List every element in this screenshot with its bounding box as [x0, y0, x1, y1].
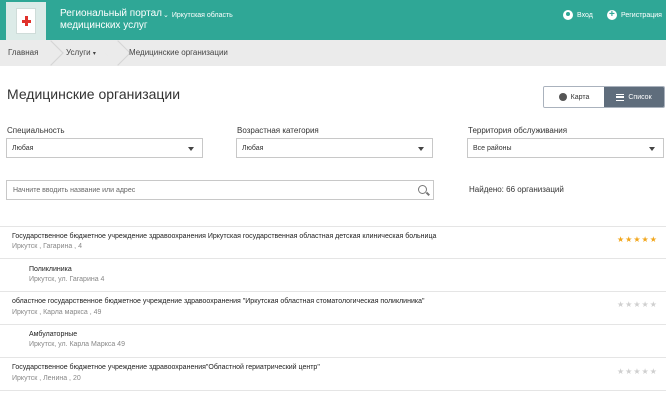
rating-stars: ★ ★ ★ ★ ★: [617, 236, 657, 244]
territory-select[interactable]: Все районы: [467, 138, 664, 158]
list-view-button[interactable]: Список: [604, 87, 664, 107]
region-label: Иркутская область: [171, 11, 233, 19]
dropdown-arrow-icon: [188, 147, 194, 151]
star-icon: ★: [649, 300, 657, 309]
department-name[interactable]: Амбулаторные: [29, 331, 77, 338]
dropdown-arrow-icon: [649, 147, 655, 151]
rating-stars: ★ ★ ★ ★ ★: [617, 368, 657, 376]
star-icon: ★: [649, 367, 657, 376]
register-link[interactable]: Регистрация: [607, 9, 662, 20]
breadcrumb: Главная Услуги ▾ Медицинские организации: [0, 40, 666, 66]
globe-icon: [558, 93, 567, 101]
divider: [0, 291, 666, 292]
age-category-value: Любая: [242, 145, 264, 152]
divider: [0, 258, 666, 259]
star-icon: ★: [633, 367, 641, 376]
rating-stars: ★ ★ ★ ★ ★: [617, 301, 657, 309]
star-icon: ★: [641, 300, 649, 309]
department-name[interactable]: Поликлиника: [29, 266, 72, 273]
search-input[interactable]: [7, 181, 407, 199]
department-address: Иркутск, ул. Карла Маркса 49: [29, 341, 125, 348]
user-icon: [563, 10, 573, 20]
portal-logo[interactable]: [6, 2, 46, 40]
specialty-label: Специальность: [7, 126, 65, 135]
org-address: Иркутск , Ленина , 20: [12, 375, 81, 382]
add-user-icon: [607, 9, 617, 20]
results-count: Найдено: 66 организаций: [469, 185, 564, 194]
specialty-select[interactable]: Любая: [6, 138, 203, 158]
chevron-down-icon: ⌄: [163, 12, 169, 19]
map-view-button[interactable]: Карта: [544, 87, 604, 107]
view-switch: Карта Список: [543, 86, 665, 108]
specialty-value: Любая: [12, 145, 34, 152]
breadcrumb-separator: [48, 40, 60, 66]
territory-label: Территория обслуживания: [468, 126, 568, 135]
list-view-label: Список: [628, 93, 652, 101]
divider: [0, 390, 666, 391]
star-icon: ★: [633, 235, 641, 244]
top-header: Региональный портал медицинских услуг ⌄ …: [0, 0, 666, 40]
territory-value: Все районы: [473, 145, 512, 152]
region-selector[interactable]: ⌄ Иркутская область: [163, 11, 233, 20]
star-icon: ★: [617, 367, 625, 376]
star-icon: ★: [641, 235, 649, 244]
star-icon: ★: [617, 300, 625, 309]
register-label: Регистрация: [621, 11, 662, 19]
breadcrumb-separator: [115, 40, 127, 66]
org-address: Иркутск , Гагарина , 4: [12, 243, 82, 250]
breadcrumb-current: Медицинские организации: [129, 48, 228, 57]
search-icon[interactable]: [418, 185, 427, 194]
divider: [0, 226, 666, 227]
star-icon: ★: [625, 300, 633, 309]
star-icon: ★: [641, 367, 649, 376]
divider: [0, 324, 666, 325]
breadcrumb-services[interactable]: Услуги ▾: [66, 48, 96, 57]
org-address: Иркутск , Карла маркса , 49: [12, 309, 102, 316]
org-name[interactable]: Государственное бюджетное учреждение здр…: [12, 233, 436, 240]
age-category-label: Возрастная категория: [237, 126, 319, 135]
age-category-select[interactable]: Любая: [236, 138, 433, 158]
login-label: Вход: [577, 11, 593, 19]
department-address: Иркутск, ул. Гагарина 4: [29, 276, 105, 283]
list-icon: [616, 93, 625, 101]
org-name[interactable]: Государственное бюджетное учреждение здр…: [12, 364, 320, 371]
divider: [0, 357, 666, 358]
star-icon: ★: [649, 235, 657, 244]
breadcrumb-home[interactable]: Главная: [8, 48, 38, 57]
star-icon: ★: [617, 235, 625, 244]
dropdown-arrow-icon: [418, 147, 424, 151]
portal-title[interactable]: Региональный портал медицинских услуг: [60, 8, 180, 32]
login-link[interactable]: Вход: [563, 10, 593, 20]
medical-cross-icon: [16, 8, 36, 34]
map-view-label: Карта: [570, 93, 590, 101]
caret-down-icon: ▾: [92, 51, 96, 57]
org-name[interactable]: областное государственное бюджетное учре…: [12, 298, 424, 305]
star-icon: ★: [625, 235, 633, 244]
search-box: [6, 180, 434, 200]
page-title: Медицинские организации: [7, 86, 181, 102]
star-icon: ★: [633, 300, 641, 309]
star-icon: ★: [625, 367, 633, 376]
